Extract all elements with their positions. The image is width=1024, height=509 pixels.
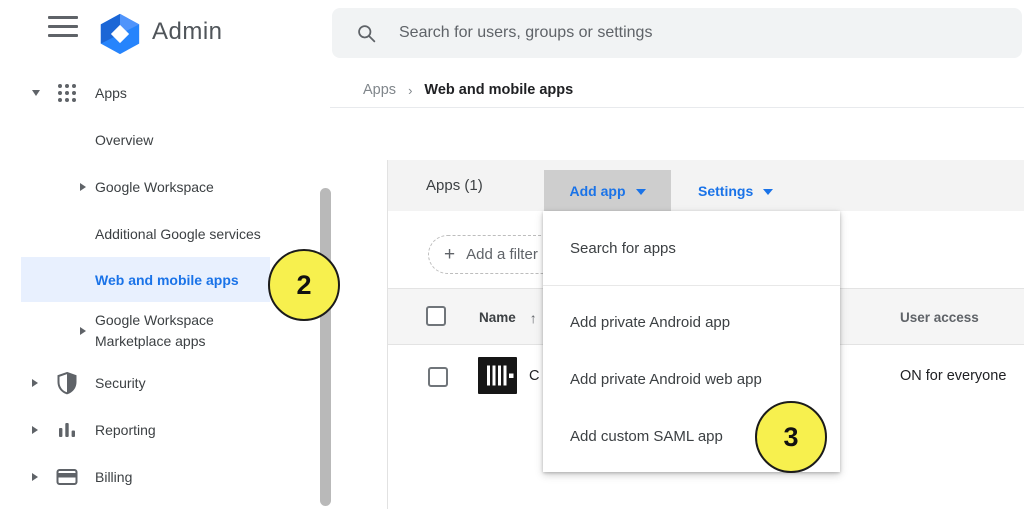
shield-icon [55, 371, 79, 395]
sidebar-item-label: Additional Google services [95, 226, 261, 242]
settings-button[interactable]: Settings [698, 170, 773, 211]
sidebar-scrollbar[interactable] [320, 188, 331, 506]
menu-hamburger-icon[interactable] [48, 14, 78, 38]
sort-ascending-icon: ↑ [530, 310, 537, 326]
chevron-right-icon [32, 473, 38, 481]
sidebar-item-reporting[interactable]: Reporting [0, 410, 318, 450]
sidebar-item-overview[interactable]: Overview [0, 120, 318, 160]
chevron-right-icon [32, 426, 38, 434]
chevron-down-icon [763, 189, 773, 195]
add-app-label: Add app [570, 183, 626, 199]
google-admin-logo [97, 11, 143, 57]
chevron-down-icon [636, 189, 646, 195]
sidebar-item-security[interactable]: Security [0, 363, 318, 403]
annotation-step-2: 2 [268, 249, 340, 321]
chevron-right-icon [80, 327, 86, 335]
column-header-name[interactable]: Name ↑ [479, 289, 537, 346]
sidebar-item-marketplace-apps[interactable]: Google Workspace Marketplace apps [0, 306, 318, 356]
user-access-cell: ON for everyone [900, 346, 1006, 406]
menu-item-search-for-apps[interactable]: Search for apps [543, 211, 840, 285]
apps-toolbar: Apps (1) Add app Settings [388, 160, 1024, 211]
sidebar-item-additional-google-services[interactable]: Additional Google services [0, 214, 318, 254]
sidebar-item-label: Apps [95, 85, 127, 101]
sidebar-item-google-workspace[interactable]: Google Workspace [0, 167, 318, 207]
app-name-cell: C [529, 346, 539, 406]
chevron-right-icon [80, 183, 86, 191]
breadcrumb-divider [330, 107, 1024, 108]
search-icon [356, 23, 377, 44]
add-app-button[interactable]: Add app [544, 170, 671, 211]
sidebar-item-label: Billing [95, 469, 132, 485]
sidebar-item-label: Reporting [95, 422, 156, 438]
google-admin-console: Admin Apps Overview Google Workspace Add… [0, 0, 1024, 509]
annotation-step-3: 3 [755, 401, 827, 473]
sidebar-item-label: Web and mobile apps [95, 272, 239, 288]
sidebar-item-label: Google Workspace Marketplace apps [95, 310, 245, 352]
add-filter-label: Add a filter [466, 246, 538, 263]
app-logo-icon [478, 357, 517, 394]
sidebar-item-label: Overview [95, 132, 153, 148]
sidebar-item-label: Security [95, 375, 146, 391]
search-input[interactable] [399, 24, 959, 42]
brand-title: Admin [152, 18, 223, 46]
apps-grid-icon [55, 81, 79, 105]
breadcrumb-separator: › [408, 83, 412, 98]
apps-count-title: Apps (1) [426, 160, 483, 211]
select-all-checkbox[interactable] [426, 306, 446, 326]
sidebar-item-billing[interactable]: Billing [0, 457, 318, 497]
breadcrumb-current: Web and mobile apps [424, 82, 573, 98]
breadcrumb: Apps › Web and mobile apps [363, 79, 573, 101]
column-header-user-access[interactable]: User access [900, 289, 979, 346]
row-checkbox[interactable] [428, 367, 448, 387]
plus-icon: + [444, 244, 455, 266]
menu-item-add-private-android-web-app[interactable]: Add private Android web app [543, 351, 840, 408]
global-search-bar[interactable] [332, 8, 1022, 58]
sidebar-item-web-and-mobile-apps[interactable]: Web and mobile apps [21, 257, 270, 302]
menu-item-add-private-android-app[interactable]: Add private Android app [543, 294, 840, 351]
settings-label: Settings [698, 183, 753, 199]
credit-card-icon [55, 465, 79, 489]
sidebar-item-apps[interactable]: Apps [0, 73, 318, 113]
chevron-down-icon [32, 90, 40, 96]
chevron-right-icon [32, 379, 38, 387]
sidebar-item-label: Google Workspace [95, 179, 214, 195]
bar-chart-icon [55, 418, 79, 442]
breadcrumb-parent[interactable]: Apps [363, 82, 396, 98]
